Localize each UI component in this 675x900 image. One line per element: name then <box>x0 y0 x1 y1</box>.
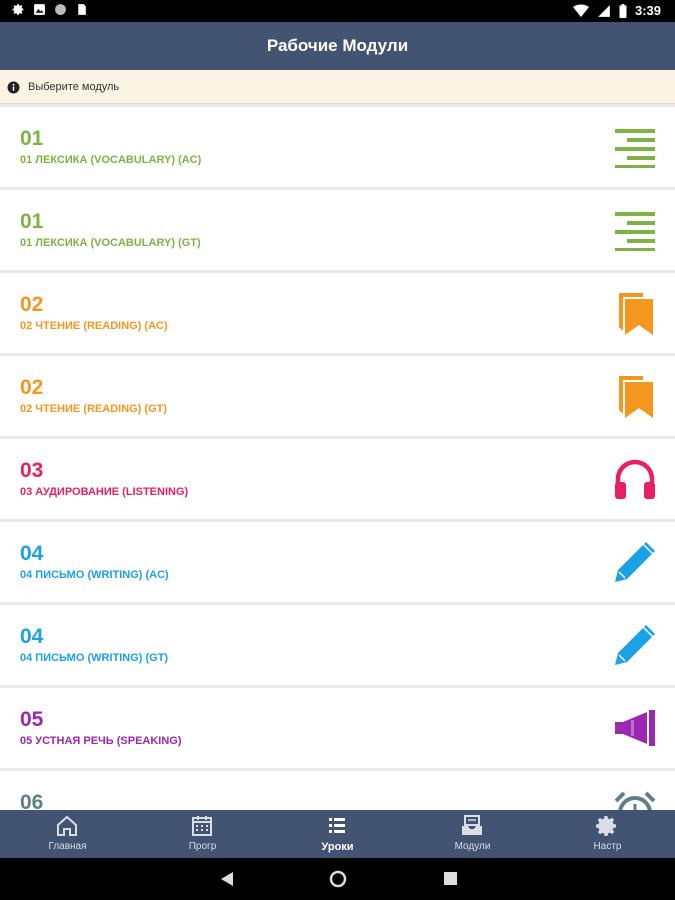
status-icons-left <box>12 3 88 16</box>
module-number: 05 <box>20 708 44 731</box>
wifi-icon <box>572 4 589 17</box>
page-title: Рабочие Модули <box>266 36 409 55</box>
app-bar: Рабочие Модули <box>0 22 675 70</box>
module-item[interactable]: 04 04 ПИСЬМО (WRITING) (GT) <box>0 605 675 685</box>
bookmarks-icon <box>619 293 653 335</box>
status-bar: 3:39 <box>0 0 675 22</box>
module-title: 04 ПИСЬМО (WRITING) (AC) <box>20 569 169 581</box>
module-number: 04 <box>20 542 44 565</box>
nav-lessons-label: Уроки <box>321 841 354 853</box>
status-icons-right: 3:39 <box>572 3 661 18</box>
pencil-icon <box>615 542 655 582</box>
sd-card-icon <box>78 4 86 15</box>
module-title: 02 ЧТЕНИЕ (READING) (AC) <box>20 320 168 332</box>
home-button-icon[interactable] <box>329 870 347 888</box>
megaphone-icon <box>615 710 655 746</box>
module-number: 03 <box>20 459 44 482</box>
image-notification-icon <box>34 4 45 15</box>
settings-notification-icon <box>12 4 24 15</box>
nav-lessons[interactable]: Уроки <box>270 810 405 858</box>
module-list[interactable]: 01 01 ЛЕКСИКА (VOCABULARY) (AC) 01 01 ЛЕ… <box>0 107 675 810</box>
info-icon <box>7 81 20 94</box>
module-number: 02 <box>20 376 44 399</box>
module-item[interactable]: 02 02 ЧТЕНИЕ (READING) (GT) <box>0 356 675 436</box>
module-item[interactable]: 06 <box>0 771 675 810</box>
module-number: 01 <box>20 127 44 150</box>
module-item[interactable]: 01 01 ЛЕКСИКА (VOCABULARY) (GT) <box>0 190 675 270</box>
pencil-icon <box>615 625 655 665</box>
info-banner-text: Выберите модуль <box>28 81 120 93</box>
back-icon[interactable] <box>220 871 234 887</box>
recents-icon[interactable] <box>444 872 457 885</box>
system-nav-bar <box>0 858 675 900</box>
bottom-nav: Главная Прогр Уроки Модули Настр <box>0 810 675 858</box>
info-banner: Выберите модуль <box>0 70 675 104</box>
module-item[interactable]: 02 02 ЧТЕНИЕ (READING) (AC) <box>0 273 675 353</box>
inbox-stack-icon <box>462 815 482 835</box>
nav-settings-label: Настр <box>593 841 622 852</box>
module-item[interactable]: 01 01 ЛЕКСИКА (VOCABULARY) (AC) <box>0 107 675 187</box>
home-icon <box>57 815 77 836</box>
module-title: 04 ПИСЬМО (WRITING) (GT) <box>20 652 169 664</box>
module-number: 04 <box>20 625 44 648</box>
list-icon <box>329 818 345 833</box>
nav-modules[interactable]: Модули <box>405 810 540 858</box>
alarm-clock-icon <box>614 791 656 810</box>
gear-icon <box>596 816 616 836</box>
calendar-icon <box>192 816 212 836</box>
circle-notification-icon <box>55 4 66 15</box>
headphones-icon <box>615 459 655 499</box>
bookmarks-icon <box>619 376 653 418</box>
module-item[interactable]: 05 05 УСТНАЯ РЕЧЬ (SPEAKING) <box>0 688 675 768</box>
text-lines-icon <box>615 212 655 251</box>
module-title: 03 АУДИРОВАНИЕ (LISTENING) <box>20 486 189 498</box>
module-item[interactable]: 04 04 ПИСЬМО (WRITING) (AC) <box>0 522 675 602</box>
module-title: 01 ЛЕКСИКА (VOCABULARY) (GT) <box>20 237 201 249</box>
nav-progress[interactable]: Прогр <box>135 810 270 858</box>
module-number: 06 <box>20 791 44 810</box>
battery-icon <box>619 3 627 18</box>
module-number: 02 <box>20 293 44 316</box>
nav-modules-label: Модули <box>454 841 491 852</box>
text-lines-icon <box>615 129 655 168</box>
module-number: 01 <box>20 210 44 233</box>
module-item[interactable]: 03 03 АУДИРОВАНИЕ (LISTENING) <box>0 439 675 519</box>
module-title: 05 УСТНАЯ РЕЧЬ (SPEAKING) <box>20 735 182 747</box>
nav-settings[interactable]: Настр <box>540 810 675 858</box>
nav-home-label: Главная <box>48 841 87 852</box>
nav-home[interactable]: Главная <box>0 810 135 858</box>
status-time: 3:39 <box>634 3 661 18</box>
module-title: 01 ЛЕКСИКА (VOCABULARY) (AC) <box>20 154 202 166</box>
module-title: 02 ЧТЕНИЕ (READING) (GT) <box>20 403 168 415</box>
nav-progress-label: Прогр <box>188 841 217 852</box>
signal-icon <box>598 4 610 17</box>
